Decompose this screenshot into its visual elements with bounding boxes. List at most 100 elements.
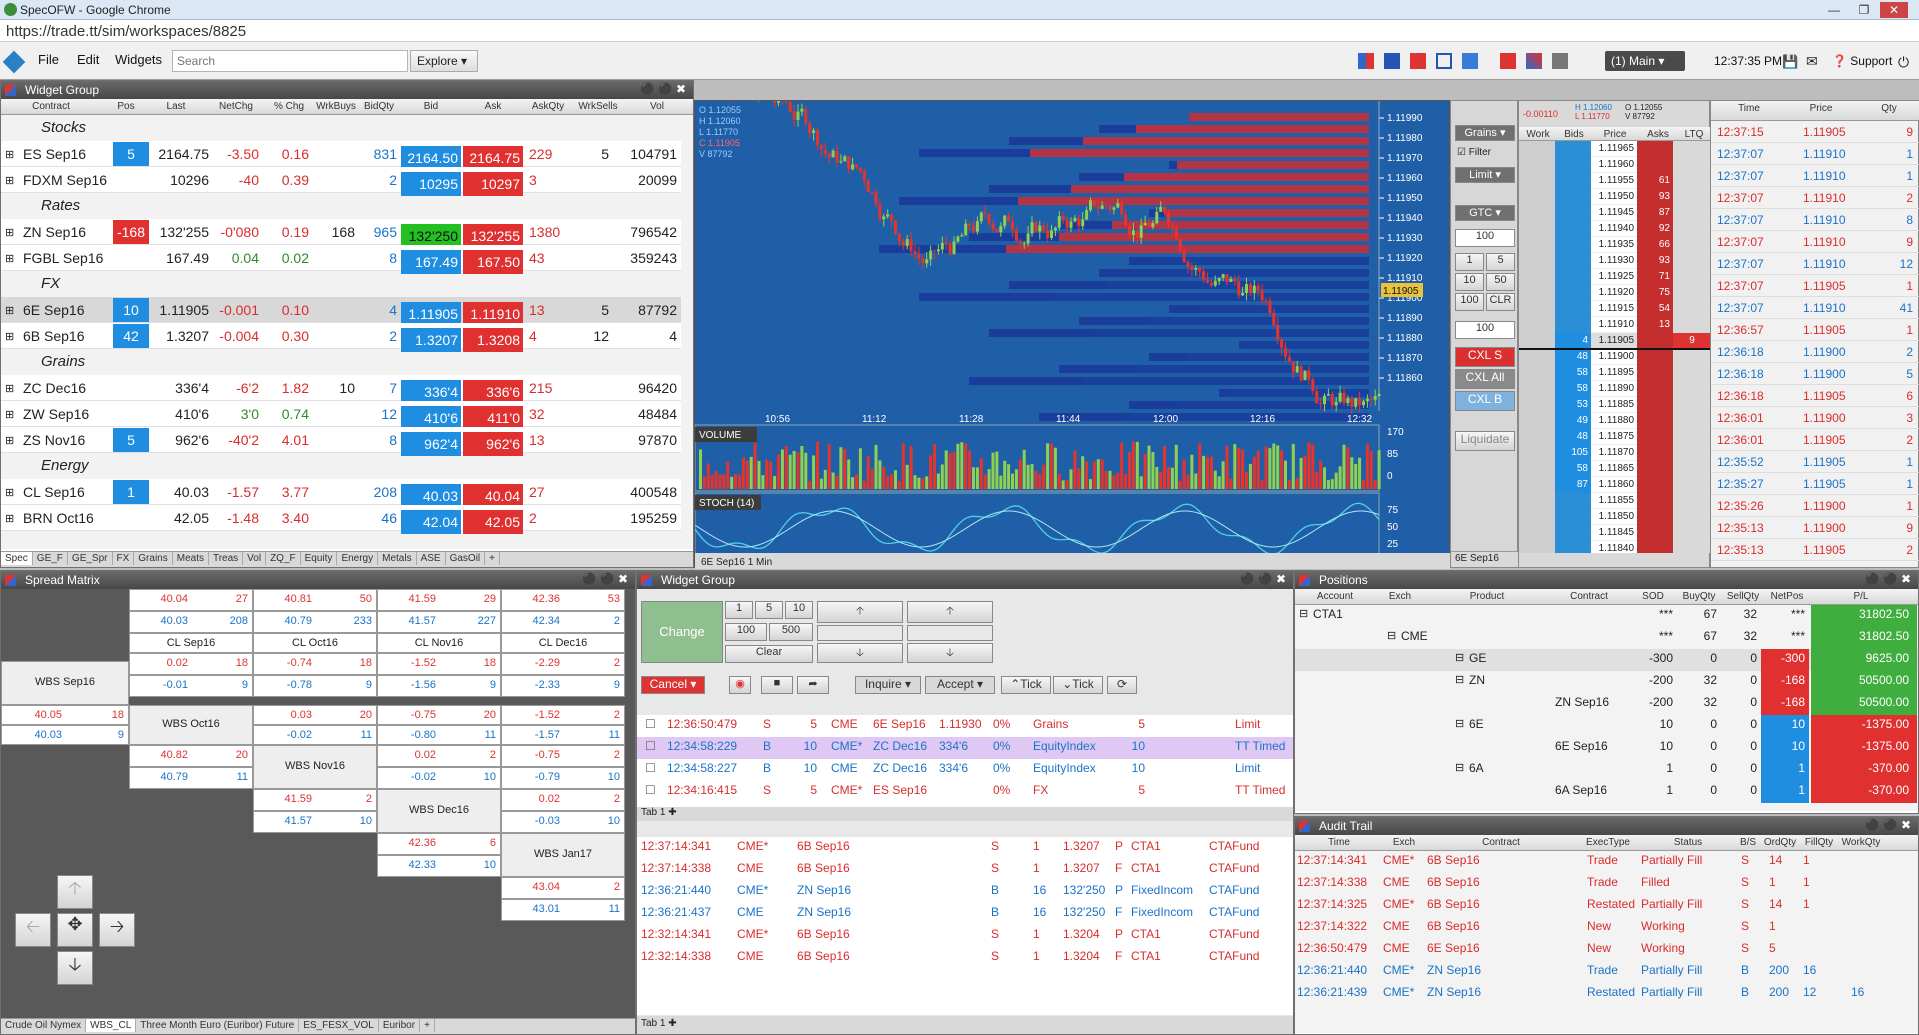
filter-checkbox[interactable]: ☑ Filter [1457,147,1491,158]
tab-vol[interactable]: Vol [243,552,267,565]
market-row[interactable]: ⊞ ZN Sep16 -168 132'255 -0'080 0.19 168 965 132'… [1,219,681,248]
row-checkbox[interactable]: ☐ [645,739,656,753]
work-cell[interactable] [1519,381,1555,397]
menu-widgets[interactable]: Widgets [115,52,162,67]
work-cell[interactable] [1519,493,1555,509]
audit-col-3[interactable]: ExecType [1575,837,1641,848]
ladder-row[interactable]: 49 1.11880 [1519,413,1711,429]
ladder-row[interactable]: 53 1.11885 [1519,397,1711,413]
position-row[interactable]: ZN Sep16 -200 32 0 -168 50500.00 [1295,693,1918,715]
menu-file[interactable]: File [38,52,59,67]
ts-col-1[interactable]: Price [1789,103,1853,114]
ladder-row[interactable]: 1.11940 92 [1519,221,1711,237]
tab-ge_spr[interactable]: GE_Spr [68,552,113,565]
fill-row[interactable]: 12:37:14:341 CME* 6B Sep16 S 1 1.3207 P CTA1 CTA… [637,837,1293,859]
audit-row[interactable]: 12:36:21:439 CME* ZN Sep16 Restated Partiall… [1295,983,1918,1005]
inquire-button[interactable]: Inquire ▾ [855,676,921,694]
ask-cell[interactable]: 66 [1637,237,1673,253]
pos-col-0[interactable]: Account [1297,591,1373,602]
audit-row[interactable]: 12:37:14:322 CME 6B Sep16 New Working S 1 [1295,917,1918,939]
market-row[interactable]: ⊞ ES Sep16 5 2164.75 -3.50 0.16 831 2164.50 2164… [1,141,681,170]
work-cell[interactable] [1519,509,1555,525]
bid-cell[interactable]: 4 [1555,333,1591,349]
expand-icon[interactable]: ⊞ [5,330,14,343]
bid-cell[interactable]: 87 [1555,477,1591,493]
panel-controls[interactable]: ⚫⚫✖ [640,82,689,96]
work-cell[interactable] [1519,173,1555,189]
orders-tab[interactable]: Tab 1 ✚ [637,807,1293,821]
mw-col-3[interactable]: NetChg [209,101,263,112]
price-chart[interactable]: 1.11990 1.11980 1.11970 1.11960 1.11950 1.119… [694,16,1451,569]
mw-col-9[interactable]: AskQty [525,101,571,112]
ask-cell[interactable] [1637,333,1673,349]
position-row[interactable]: ⊟ 6A 1 0 0 1 -370.00 [1295,759,1918,781]
spread-bid-cell[interactable]: 41.57 10 [253,811,377,833]
bid-cell[interactable] [1555,189,1591,205]
qty-100-button[interactable]: 100 [1455,293,1484,311]
ladder-col-4[interactable]: LTQ [1679,129,1709,140]
ladder-row[interactable]: 1.11955 61 [1519,173,1711,189]
qty-100-button[interactable]: 100 [725,623,767,641]
spread-bid-cell[interactable]: -0.78 9 [253,675,377,697]
expand-icon[interactable]: ⊟ [1455,717,1464,730]
bid-cell[interactable] [1555,301,1591,317]
tab-equity[interactable]: Equity [301,552,338,565]
ladder-row[interactable]: 58 1.11865 [1519,461,1711,477]
position-row[interactable]: 6E Sep16 10 0 0 10 -1375.00 [1295,737,1918,759]
spread-ask-cell[interactable]: 0.02 18 [129,653,253,675]
ladder-row[interactable]: 48 1.11875 [1519,429,1711,445]
fills-tab[interactable]: Tab 1 ✚ [637,1016,1293,1034]
audit-row[interactable]: 12:37:14:341 CME* 6B Sep16 Trade Partially F… [1295,851,1918,873]
work-cell[interactable] [1519,301,1555,317]
mw-col-5[interactable]: WrkBuys [315,101,357,112]
tab-grains[interactable]: Grains [134,552,173,565]
ladder-row[interactable]: 1.11965 [1519,141,1711,157]
expand-icon[interactable]: ⊞ [5,382,14,395]
tab-energy[interactable]: Energy [337,552,379,565]
pos-col-3[interactable]: Contract [1547,591,1631,602]
order-row[interactable]: ☐ 12:34:58:227 B 10 CME ZC Dec16 334'6 0% Equity… [637,759,1293,781]
ladder-row[interactable]: 105 1.11870 [1519,445,1711,461]
ask-cell[interactable] [1637,381,1673,397]
top-bid-cell[interactable]: 40.03 208 [129,611,253,633]
qty-5-button[interactable]: 5 [1486,253,1515,271]
tab-2[interactable]: Three Month Euro (Euribor) Future [136,1019,300,1032]
work-cell[interactable] [1519,477,1555,493]
spread-ask-cell[interactable]: -2.29 2 [501,653,625,675]
bid-cell[interactable] [1555,541,1591,553]
qty-5-button[interactable]: 5 [755,601,783,619]
qty-1-button[interactable]: 1 [725,601,753,619]
work-cell[interactable] [1519,317,1555,333]
ladder-row[interactable]: 48 1.11900 [1519,349,1711,365]
work-cell[interactable] [1519,237,1555,253]
work-cell[interactable] [1519,525,1555,541]
tab-zq_f[interactable]: ZQ_F [266,552,301,565]
mw-col-4[interactable]: % Chg [265,101,313,112]
tab-fx[interactable]: FX [113,552,135,565]
price-up-icon[interactable]: 🡡 [817,601,903,623]
row-checkbox[interactable]: ☐ [645,783,656,797]
mw-col-8[interactable]: Ask [463,101,523,112]
bid-cell[interactable] [1555,525,1591,541]
ask-cell[interactable]: 92 [1637,221,1673,237]
position-row[interactable]: 6A Sep16 1 0 0 1 -370.00 [1295,781,1918,803]
spread-ask-cell[interactable]: 0.03 20 [253,705,377,725]
expand-icon[interactable]: ⊟ [1387,629,1396,642]
bid-cell[interactable] [1555,253,1591,269]
cancel-all-button[interactable]: CXL All [1455,369,1515,389]
mw-col-6[interactable]: BidQty [359,101,399,112]
fill-row[interactable]: 12:36:21:440 CME* ZN Sep16 B 16 132'250 P Fixed… [637,881,1293,903]
audit-col-6[interactable]: OrdQty [1761,837,1799,848]
bid-cell[interactable]: 49 [1555,413,1591,429]
expand-icon[interactable]: ⊟ [1455,651,1464,664]
mw-col-0[interactable]: Contract [1,101,101,112]
top-bid-cell[interactable]: 42.34 2 [501,611,625,633]
positions-body[interactable]: ⊟ CTA1 *** 67 32 *** 31802.50 ⊟ CME *** 67 32 *** 318… [1295,605,1918,811]
tab-meats[interactable]: Meats [173,552,209,565]
spread-bid-cell[interactable]: -0.03 10 [501,811,625,833]
fills-table[interactable]: 12:37:14:341 CME* 6B Sep16 S 1 1.3207 P CTA1 CTA… [637,837,1293,1015]
ladder-row[interactable]: 58 1.11890 [1519,381,1711,397]
add-tab-icon[interactable]: + [485,552,500,565]
ts-col-0[interactable]: Time [1717,103,1781,114]
ask-cell[interactable]: 75 [1637,285,1673,301]
